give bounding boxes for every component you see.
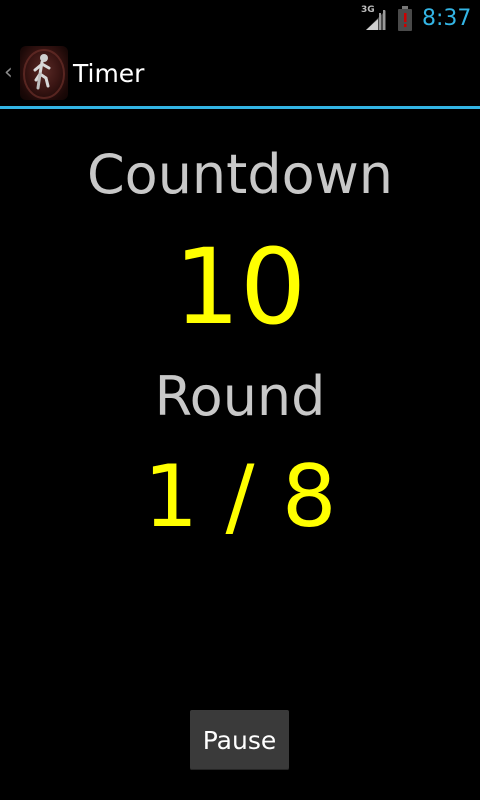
- battery-alert-icon: [398, 6, 412, 31]
- timer-screen: 3G 8:37 ‹ Timer Countdown 10 Round 1 / 8…: [0, 0, 480, 800]
- status-bar: 3G 8:37: [0, 0, 480, 38]
- action-bar[interactable]: ‹ Timer: [0, 38, 480, 110]
- up-chevron-icon[interactable]: ‹: [4, 60, 16, 86]
- signal-icon: [366, 10, 386, 30]
- countdown-value: 10: [173, 226, 307, 348]
- pause-button[interactable]: Pause: [190, 710, 289, 770]
- round-value: 1 / 8: [143, 447, 337, 547]
- action-bar-divider: [0, 106, 480, 109]
- status-time: 8:37: [422, 6, 472, 31]
- countdown-label: Countdown: [86, 143, 394, 206]
- app-runner-icon[interactable]: [20, 46, 68, 100]
- page-title: Timer: [73, 59, 145, 88]
- round-label: Round: [154, 365, 326, 428]
